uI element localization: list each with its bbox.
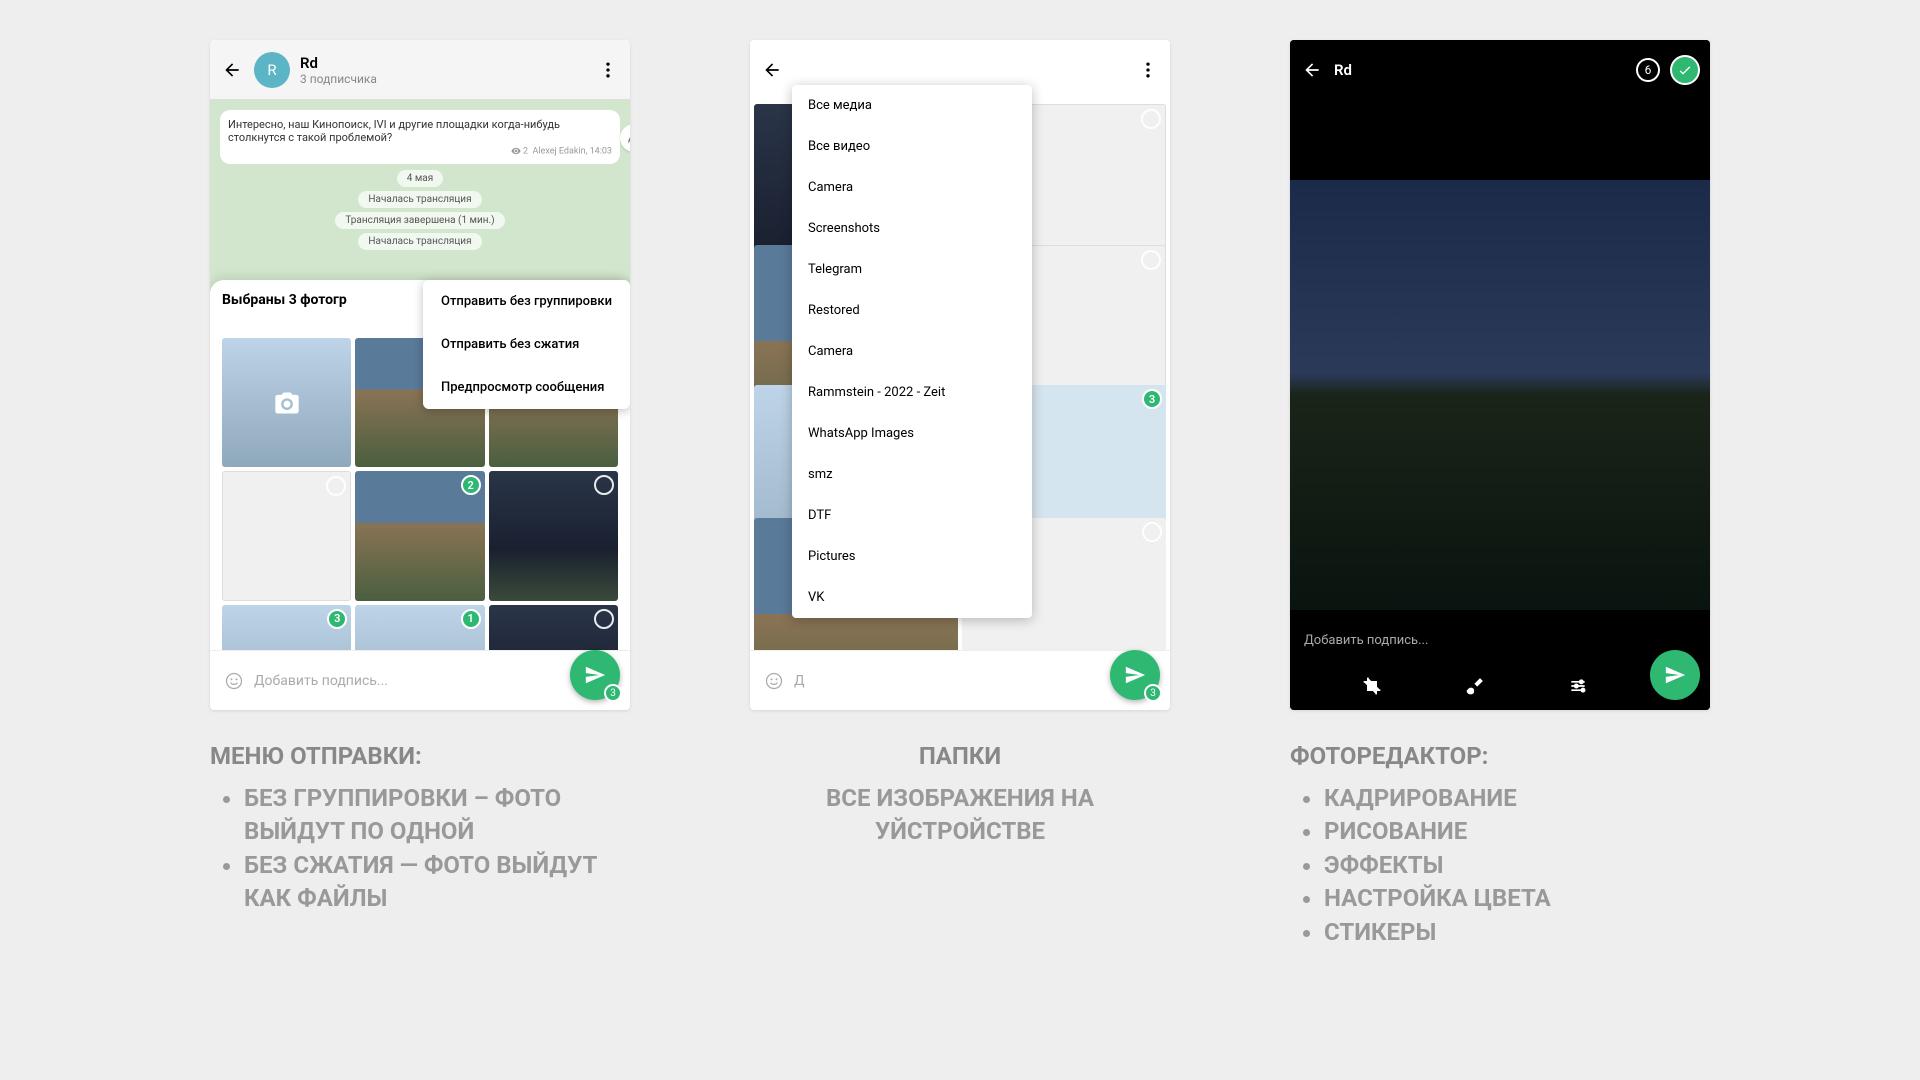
forward-icon[interactable] — [620, 124, 630, 152]
select-badge[interactable]: 1 — [461, 609, 481, 629]
more-icon[interactable] — [596, 58, 620, 82]
folder-item[interactable]: Camera — [792, 331, 1032, 372]
folder-item[interactable]: DTF — [792, 495, 1032, 536]
date-chip: 4 мая — [397, 170, 443, 187]
select-badge[interactable] — [594, 475, 614, 495]
folder-item[interactable]: Restored — [792, 290, 1032, 331]
folder-item[interactable]: Pictures — [792, 536, 1032, 577]
folder-item[interactable]: Telegram — [792, 249, 1032, 290]
message-bubble[interactable]: Интересно, наш Кинопоиск, IVI и другие п… — [220, 110, 620, 164]
selection-count[interactable]: 6 — [1636, 58, 1660, 82]
label-title: ФОТОРЕДАКТОР: — [1290, 740, 1710, 774]
label-title: МЕНЮ ОТПРАВКИ: — [210, 740, 630, 774]
screenshot-folders: 3 Все медиа Все видео Camera Screenshots… — [750, 40, 1170, 710]
send-button[interactable]: 3 — [570, 650, 620, 700]
caption-input[interactable]: Добавить подпись... — [1290, 619, 1710, 662]
folder-item[interactable]: Camera — [792, 167, 1032, 208]
subscribers-count: 3 подписчика — [300, 72, 586, 86]
label-item: БЕЗ СЖАТИЯ — ФОТО ВЫЙДУТ КАК ФАЙЛЫ — [244, 849, 630, 916]
system-message: Началась трансляция — [358, 191, 481, 208]
more-icon[interactable] — [1136, 58, 1160, 82]
select-badge[interactable] — [1142, 522, 1162, 542]
caption-input[interactable] — [794, 673, 1158, 689]
caption-input[interactable] — [254, 673, 618, 689]
editor-image[interactable] — [1290, 180, 1710, 610]
confirm-icon[interactable] — [1670, 55, 1700, 85]
message-text: Интересно, наш Кинопоиск, IVI и другие п… — [228, 118, 560, 144]
label-sub: ВСЕ ИЗОБРАЖЕНИЯ НА УЙСТРОЙСТВЕ — [750, 782, 1170, 849]
back-icon[interactable] — [220, 58, 244, 82]
send-button[interactable] — [1650, 650, 1700, 700]
select-badge[interactable]: 2 — [461, 475, 481, 495]
menu-send-ungrouped[interactable]: Отправить без группировки — [423, 280, 630, 323]
label-item: ЭФФЕКТЫ — [1324, 849, 1710, 883]
editor-toolbar — [1290, 662, 1710, 710]
label-item: СТИКЕРЫ — [1324, 916, 1710, 950]
select-badge[interactable] — [594, 609, 614, 629]
back-icon[interactable] — [1300, 58, 1324, 82]
label-item: КАДРИРОВАНИЕ — [1324, 782, 1710, 816]
select-badge[interactable] — [1141, 109, 1161, 129]
send-options-menu: Отправить без группировки Отправить без … — [423, 280, 630, 409]
caption-bar — [210, 650, 630, 710]
chat-area: Интересно, наш Кинопоиск, IVI и другие п… — [210, 100, 630, 300]
select-badge[interactable] — [326, 476, 346, 496]
folder-item[interactable]: Screenshots — [792, 208, 1032, 249]
tune-icon[interactable] — [1566, 674, 1590, 698]
label-item: НАСТРОЙКА ЦВЕТА — [1324, 882, 1710, 916]
chat-header: R Rd 3 подписчика — [210, 40, 630, 100]
back-icon[interactable] — [760, 58, 784, 82]
folder-item[interactable]: Все медиа — [792, 85, 1032, 126]
folder-item[interactable]: Все видео — [792, 126, 1032, 167]
folders-dropdown: Все медиа Все видео Camera Screenshots T… — [792, 85, 1032, 618]
menu-preview[interactable]: Предпросмотр сообщения — [423, 366, 630, 409]
send-count: 3 — [1144, 684, 1162, 702]
emoji-icon[interactable] — [762, 669, 786, 693]
emoji-icon[interactable] — [222, 669, 246, 693]
folder-item[interactable]: Rammstein - 2022 - Zeit — [792, 372, 1032, 413]
send-button[interactable]: 3 — [1110, 650, 1160, 700]
folder-item[interactable]: smz — [792, 454, 1032, 495]
menu-send-uncompressed[interactable]: Отправить без сжатия — [423, 323, 630, 366]
caption-label-2: ПАПКИ ВСЕ ИЗОБРАЖЕНИЯ НА УЙСТРОЙСТВЕ — [750, 740, 1170, 849]
editor-title: Rd — [1334, 61, 1352, 79]
select-badge[interactable]: 3 — [1142, 389, 1162, 409]
system-message: Началась трансляция — [358, 233, 481, 250]
screenshot-editor: Rd 6 Добавить подпись... — [1290, 40, 1710, 710]
folder-item[interactable]: WhatsApp Images — [792, 413, 1032, 454]
brush-icon[interactable] — [1463, 674, 1487, 698]
caption-label-3: ФОТОРЕДАКТОР: КАДРИРОВАНИЕ РИСОВАНИЕ ЭФФ… — [1290, 740, 1710, 950]
editor-header: Rd 6 — [1290, 40, 1710, 100]
attach-sheet: Выбраны 3 фотогр Отправить без группиров… — [210, 280, 630, 650]
folder-item[interactable]: VK — [792, 577, 1032, 618]
gallery-thumb[interactable] — [222, 471, 351, 600]
screenshot-send-menu: R Rd 3 подписчика Интересно, наш Кинопои… — [210, 40, 630, 710]
select-badge[interactable]: 3 — [327, 609, 347, 629]
caption-bar — [750, 650, 1170, 710]
label-title: ПАПКИ — [750, 740, 1170, 774]
camera-tile[interactable] — [222, 338, 351, 467]
send-count: 3 — [604, 684, 622, 702]
gallery-thumb[interactable]: 2 — [355, 471, 484, 600]
crop-icon[interactable] — [1360, 674, 1384, 698]
label-item: РИСОВАНИЕ — [1324, 815, 1710, 849]
camera-icon — [273, 389, 301, 417]
select-badge[interactable] — [1141, 250, 1161, 270]
avatar[interactable]: R — [254, 52, 290, 88]
caption-label-1: МЕНЮ ОТПРАВКИ: БЕЗ ГРУППИРОВКИ – ФОТО ВЫ… — [210, 740, 630, 916]
gallery-thumb[interactable] — [489, 471, 618, 600]
channel-title[interactable]: Rd — [300, 54, 586, 72]
system-message: Трансляция завершена (1 мин.) — [335, 212, 504, 229]
label-item: БЕЗ ГРУППИРОВКИ – ФОТО ВЫЙДУТ ПО ОДНОЙ — [244, 782, 630, 849]
